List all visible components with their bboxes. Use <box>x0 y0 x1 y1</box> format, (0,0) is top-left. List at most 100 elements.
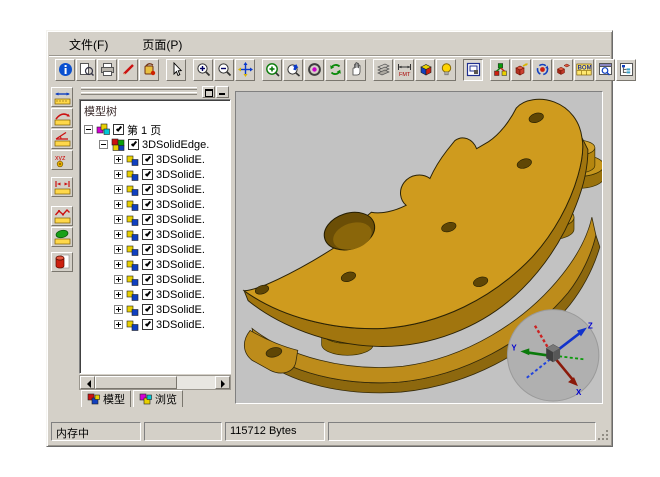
info-button[interactable] <box>55 59 75 81</box>
tree-horizontal-scrollbar[interactable] <box>79 375 231 390</box>
viewport-3d[interactable]: Z Y X <box>235 91 603 404</box>
tree-item-label: 3DSolidE. <box>156 319 205 331</box>
zoom-window-button[interactable] <box>262 59 282 81</box>
collapse-icon[interactable] <box>84 125 93 134</box>
tree-item-row[interactable]: 3DSolidE. <box>83 317 230 332</box>
expand-icon[interactable] <box>114 245 123 254</box>
format-painter-button[interactable] <box>139 59 159 81</box>
tree-item-row[interactable]: 3DSolidE. <box>83 197 230 212</box>
expand-icon[interactable] <box>114 230 123 239</box>
shaded-cube-button[interactable] <box>415 59 435 81</box>
expand-icon[interactable] <box>114 170 123 179</box>
tab-model[interactable]: 模型 <box>81 390 131 407</box>
tree-item-row[interactable]: 3DSolidE. <box>83 287 230 302</box>
checkbox[interactable] <box>142 154 153 165</box>
page-frame-button[interactable] <box>463 59 483 81</box>
checkbox[interactable] <box>142 319 153 330</box>
checkbox[interactable] <box>113 124 124 135</box>
radius-dimension-button[interactable] <box>51 108 73 128</box>
zoom-out-button[interactable] <box>214 59 234 81</box>
distance-dimension-button[interactable] <box>51 177 73 197</box>
axis-z-label: Z <box>588 321 593 330</box>
refresh-button[interactable] <box>325 59 345 81</box>
checkbox[interactable] <box>142 184 153 195</box>
zoom-in-button[interactable] <box>193 59 213 81</box>
toolbar-group-zoom <box>193 59 256 81</box>
linear-dimension-button[interactable] <box>51 87 73 107</box>
resize-grip[interactable] <box>597 429 609 441</box>
tree-item-row[interactable]: 3DSolidE. <box>83 167 230 182</box>
select-cursor-button[interactable] <box>166 59 186 81</box>
zoom-dynamic-button[interactable] <box>283 59 303 81</box>
view-window-button[interactable] <box>595 59 615 81</box>
checkbox[interactable] <box>142 214 153 225</box>
solid-part-icon <box>126 199 139 211</box>
main-area: xyz 模型树 <box>49 83 610 410</box>
tree-item-row[interactable]: 3DSolidE. <box>83 257 230 272</box>
light-bulb-button[interactable] <box>436 59 456 81</box>
area-measure-button[interactable] <box>51 227 73 247</box>
pan-arrows-button[interactable] <box>235 59 255 81</box>
panel-maximize-button[interactable] <box>202 86 215 98</box>
dimension-fmt-button[interactable]: FMT <box>394 59 414 81</box>
move-part-button[interactable] <box>511 59 531 81</box>
expand-icon[interactable] <box>114 305 123 314</box>
checkbox[interactable] <box>142 304 153 315</box>
collapse-icon[interactable] <box>99 140 108 149</box>
checkbox[interactable] <box>142 289 153 300</box>
checkbox[interactable] <box>142 274 153 285</box>
structure-tree-button[interactable] <box>616 59 636 81</box>
tree-assembly-row[interactable]: 3DSolidEdge. <box>83 137 230 152</box>
tree-item-label: 3DSolidE. <box>156 199 205 211</box>
tree-item-row[interactable]: 3DSolidE. <box>83 212 230 227</box>
assembly-tree-button[interactable] <box>490 59 510 81</box>
tree-item-label: 3DSolidE. <box>156 259 205 271</box>
expand-icon[interactable] <box>114 200 123 209</box>
expand-icon[interactable] <box>114 260 123 269</box>
expand-icon[interactable] <box>114 290 123 299</box>
layers-button[interactable] <box>373 59 393 81</box>
tree-root-row[interactable]: 第 1 页 <box>83 122 230 137</box>
angle-dimension-button[interactable] <box>51 129 73 149</box>
tree-item-row[interactable]: 3DSolidE. <box>83 152 230 167</box>
assembly-icon <box>111 138 125 151</box>
curve-length-button[interactable] <box>51 206 73 226</box>
bom-button[interactable]: BOM <box>574 59 594 81</box>
scroll-right-button[interactable] <box>215 376 230 389</box>
tree-item-row[interactable]: 3DSolidE. <box>83 272 230 287</box>
tab-browse[interactable]: 浏览 <box>133 390 183 407</box>
checkbox[interactable] <box>142 199 153 210</box>
expand-icon[interactable] <box>114 185 123 194</box>
tree-item-row[interactable]: 3DSolidE. <box>83 182 230 197</box>
scroll-thumb[interactable] <box>95 376 177 389</box>
tree-item-row[interactable]: 3DSolidE. <box>83 242 230 257</box>
expand-icon[interactable] <box>114 275 123 284</box>
volume-measure-button[interactable] <box>51 252 73 272</box>
solid-part-icon <box>126 274 139 286</box>
menu-page[interactable]: 页面(P) <box>138 34 186 55</box>
tree-item-label: 3DSolidE. <box>156 244 205 256</box>
expand-icon[interactable] <box>114 155 123 164</box>
menu-file[interactable]: 文件(F) <box>65 34 112 55</box>
scroll-track[interactable] <box>177 376 215 389</box>
panel-minimize-button[interactable] <box>216 86 229 98</box>
redline-pen-button[interactable] <box>118 59 138 81</box>
print-button[interactable] <box>97 59 117 81</box>
checkbox[interactable] <box>142 244 153 255</box>
expand-icon[interactable] <box>114 215 123 224</box>
checkbox[interactable] <box>142 229 153 240</box>
orbit-button[interactable] <box>304 59 324 81</box>
checkbox[interactable] <box>142 259 153 270</box>
explode-view-button[interactable] <box>553 59 573 81</box>
coordinate-dimension-button[interactable]: xyz <box>51 150 73 170</box>
panel-grip[interactable] <box>79 85 231 99</box>
tree-item-row[interactable]: 3DSolidE. <box>83 302 230 317</box>
checkbox[interactable] <box>128 139 139 150</box>
print-preview-button[interactable] <box>76 59 96 81</box>
rotate-part-button[interactable] <box>532 59 552 81</box>
expand-icon[interactable] <box>114 320 123 329</box>
checkbox[interactable] <box>142 169 153 180</box>
pan-hand-button[interactable] <box>346 59 366 81</box>
tree-item-row[interactable]: 3DSolidE. <box>83 227 230 242</box>
scroll-left-button[interactable] <box>80 376 95 389</box>
